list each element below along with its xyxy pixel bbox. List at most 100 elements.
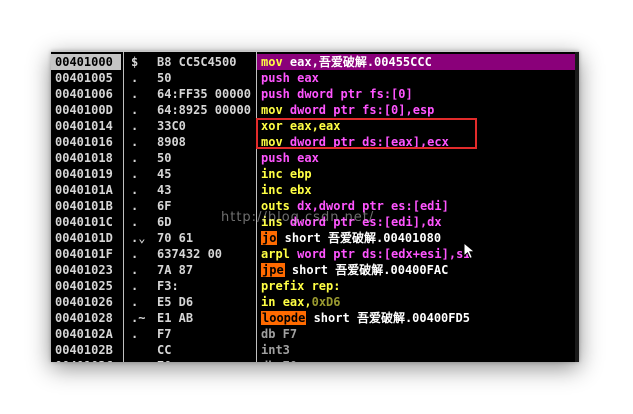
address: 0040101C [55,215,113,229]
hex-bytes: 33C0 [157,119,186,133]
disassembly-row[interactable]: 00401006. 64:FF35 00000 push dword ptr fs:… [51,86,579,102]
instruction-part: jo [261,231,278,245]
address: 0040101D [55,231,113,245]
address: 00401018 [55,151,113,165]
flow-marker: $ [131,55,139,69]
instruction-part: loopde [261,311,307,325]
address: 00401005 [55,71,113,85]
instruction-part: 吾爱破解.00401080 [328,231,442,245]
address: 00401016 [55,135,113,149]
instruction-part: mov [261,103,290,117]
address: 00401006 [55,87,113,101]
instruction-part: word ptr ds:[edx+esi],si [297,247,471,261]
hex-bytes: F3: [157,279,179,293]
instruction-part: eax, [282,295,312,309]
flow-marker: . [131,247,139,261]
disassembly-row[interactable]: 0040102A. F7 db F7 [51,326,579,342]
hex-bytes: 70 61 [157,231,194,245]
flow-marker: .~ [131,311,146,325]
instruction: push eax [261,150,319,166]
instruction-part: 吾爱破解.00455CCC [318,55,432,69]
flow-marker: . [131,183,139,197]
disassembly-row[interactable]: 00401018. 50 push eax [51,150,579,166]
address: 00401019 [55,167,113,181]
instruction: db F7 [261,326,297,342]
instruction-part: push [261,87,298,101]
disassembly-row[interactable]: 0040101D .⌄ 70 61 jo short 吾爱破解.00401080 [51,230,579,246]
disassembly-row[interactable]: 0040101F. 637432 00 arpl word ptr ds:[edx+… [51,246,579,262]
address: 00401014 [55,119,113,133]
disassembly-row[interactable]: 00401026. E5 D6 in eax,0xD6 [51,294,579,310]
hex-bytes: 7A 87 [157,263,194,277]
instruction-part: int3 [261,343,290,357]
flow-marker: . [131,358,151,362]
vertical-scrollbar[interactable] [575,52,579,362]
instruction-part: 吾爱破解.00400FD5 [356,311,470,325]
address: 00401028 [55,311,113,325]
hex-bytes: CC [157,343,172,357]
disassembly-row[interactable]: 0040100D. 64:8925 00000 mov dword ptr fs:[… [51,102,579,118]
instruction-part: dword ptr fs:[0] [297,87,413,101]
instruction: jpe short 吾爱破解.00400FAC [261,262,448,278]
hex-bytes: 43 [157,183,172,197]
instruction-part: short [284,263,336,277]
hex-bytes: 50 [157,71,172,85]
flow-marker: . [131,327,139,341]
disassembly-row[interactable]: 00401005. 50 push eax [51,70,579,86]
disassembly-row[interactable]: 00401023. 7A 87 jpe short 吾爱破解.00400FAC [51,262,579,278]
hex-bytes: 64:8925 00000 [157,103,251,117]
address: 0040101A [55,183,113,197]
flow-marker: . [131,263,139,277]
disassembly-row[interactable]: 00401000 $ B8 CC5C4500 mov eax,吾爱破解.00455CC… [51,54,579,70]
disassembly-row[interactable]: 00401025. F3: prefix rep: [51,278,579,294]
hex-bytes: 45 [157,167,172,181]
hex-bytes: 50 [157,151,172,165]
address: 00401000 [55,55,113,69]
highlight-box [256,118,477,149]
instruction-part: short [277,231,329,245]
disassembly-pane[interactable]: 00401000 $ B8 CC5C4500 mov eax,吾爱破解.00455CC… [51,52,579,362]
instruction-part: jpe [261,263,285,277]
hex-bytes: B8 CC5C4500 [157,55,237,69]
instruction-part: 0xD6 [311,295,341,309]
instruction: mov eax,吾爱破解.00455CCC [261,54,432,70]
instruction-part: db 70 [261,359,297,362]
address: 00401025 [55,279,113,293]
instruction: db 70 [261,358,297,362]
address: 0040100D [55,103,113,117]
flow-marker: .⌄ [131,231,146,245]
instruction-part: arpl [261,247,298,261]
instruction: loopde short 吾爱破解.00400FD5 [261,310,470,326]
address: 0040102B [55,343,113,357]
instruction: int3 [261,342,290,358]
flow-marker: . [131,135,139,149]
instruction: mov dword ptr fs:[0],esp [261,102,434,118]
flow-marker: . [131,295,139,309]
disassembly-row[interactable]: 00401028 .~ E1 AB loopde short 吾爱破解.00400FD… [51,310,579,326]
instruction-part: ebx [289,183,312,197]
address: 0040102C [55,358,113,362]
instruction: in eax,0xD6 [261,294,341,310]
hex-bytes: E1 AB [157,311,194,325]
instruction-part: ebp [289,167,312,181]
disassembly-row[interactable]: 0040102B CC int3 [51,342,579,358]
instruction-part: db F7 [261,327,298,341]
instruction-part: eax [297,151,319,165]
flow-marker: . [131,87,139,101]
instruction: jo short 吾爱破解.00401080 [261,230,441,246]
disassembly-row[interactable]: 00401019. 45 inc ebp [51,166,579,182]
address: 0040102A [55,327,113,341]
disassembly-row[interactable]: 0040101A. 43 inc ebx [51,182,579,198]
flow-marker: . [131,119,139,133]
disassembler-window: 00401000 $ B8 CC5C4500 mov eax,吾爱破解.00455CC… [51,51,579,362]
instruction-part: in [261,295,283,309]
hex-bytes: E5 D6 [157,295,194,309]
instruction: prefix rep: [261,278,340,294]
instruction-part: push [261,71,298,85]
instruction-part: push [261,151,298,165]
instruction-part: eax [297,71,319,85]
instruction-part: dword ptr fs:[0],esp [289,103,435,117]
disassembly-row[interactable]: 0040102C. 70 db 70 [51,358,579,362]
instruction-part: prefix rep: [261,279,341,293]
hex-bytes: 64:FF35 00000 [157,87,251,101]
